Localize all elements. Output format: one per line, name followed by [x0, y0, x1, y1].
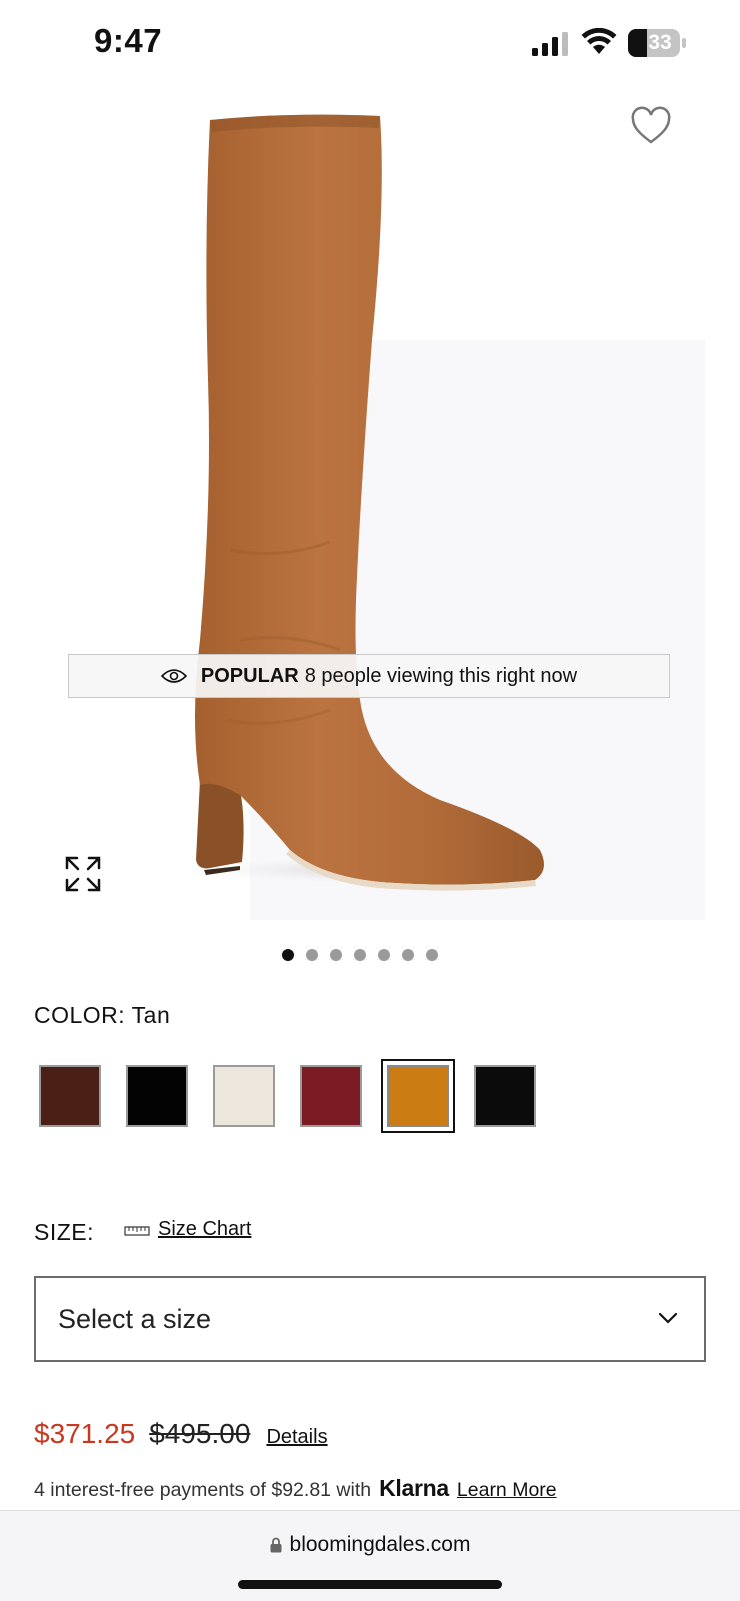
lock-icon	[270, 1537, 282, 1553]
klarna-row: 4 interest-free payments of $92.81 with …	[34, 1475, 557, 1502]
battery-icon: 33	[628, 29, 686, 57]
sale-price: $371.25	[34, 1418, 136, 1449]
size-chart-link[interactable]: Size Chart	[158, 1218, 251, 1241]
ruler-icon	[124, 1226, 150, 1236]
image-carousel-dots[interactable]	[282, 949, 438, 961]
color-swatch-brown[interactable]	[39, 1065, 101, 1127]
popular-text: 8 people viewing this right now	[304, 664, 578, 687]
learn-more-link[interactable]: Learn More	[457, 1479, 557, 1502]
expand-icon[interactable]	[64, 855, 102, 893]
eye-icon	[160, 669, 187, 683]
carousel-dot[interactable]	[402, 949, 414, 961]
color-swatch-cream[interactable]	[213, 1065, 275, 1127]
color-swatch-black[interactable]	[126, 1065, 188, 1127]
browser-address-bar[interactable]: bloomingdales.com	[0, 1510, 740, 1601]
price-row: $371.25 $495.00 Details	[34, 1418, 328, 1450]
carousel-dot[interactable]	[282, 949, 294, 961]
heart-icon[interactable]	[630, 106, 672, 146]
color-swatch-burgundy[interactable]	[300, 1065, 362, 1127]
carousel-dot[interactable]	[306, 949, 318, 961]
wifi-icon	[581, 28, 617, 54]
carousel-dot[interactable]	[354, 949, 366, 961]
status-time: 9:47	[94, 22, 163, 59]
klarna-logo: Klarna	[379, 1475, 449, 1501]
boot-photo	[170, 114, 705, 920]
size-select[interactable]: Select a size	[34, 1276, 706, 1362]
color-label: COLOR: Tan	[34, 1002, 171, 1028]
klarna-text: 4 interest-free payments of $92.81 with	[34, 1479, 372, 1501]
carousel-dot[interactable]	[330, 949, 342, 961]
battery-level: 33	[648, 31, 672, 54]
cellular-signal-icon	[532, 32, 568, 56]
size-select-placeholder: Select a size	[58, 1303, 212, 1334]
home-indicator[interactable]	[238, 1580, 502, 1589]
details-link[interactable]: Details	[266, 1426, 327, 1449]
url-text[interactable]: bloomingdales.com	[290, 1533, 471, 1557]
color-swatch-black-suede[interactable]	[474, 1065, 536, 1127]
product-image[interactable]	[0, 80, 740, 930]
chevron-down-icon	[658, 1312, 678, 1324]
color-swatch-tan[interactable]	[381, 1059, 455, 1133]
carousel-dot[interactable]	[378, 949, 390, 961]
popular-label: POPULAR	[200, 664, 299, 687]
original-price: $495.00	[149, 1418, 251, 1449]
carousel-dot[interactable]	[426, 949, 438, 961]
size-label: SIZE:	[34, 1219, 95, 1245]
popular-banner: POPULAR 8 people viewing this right now	[68, 654, 670, 698]
